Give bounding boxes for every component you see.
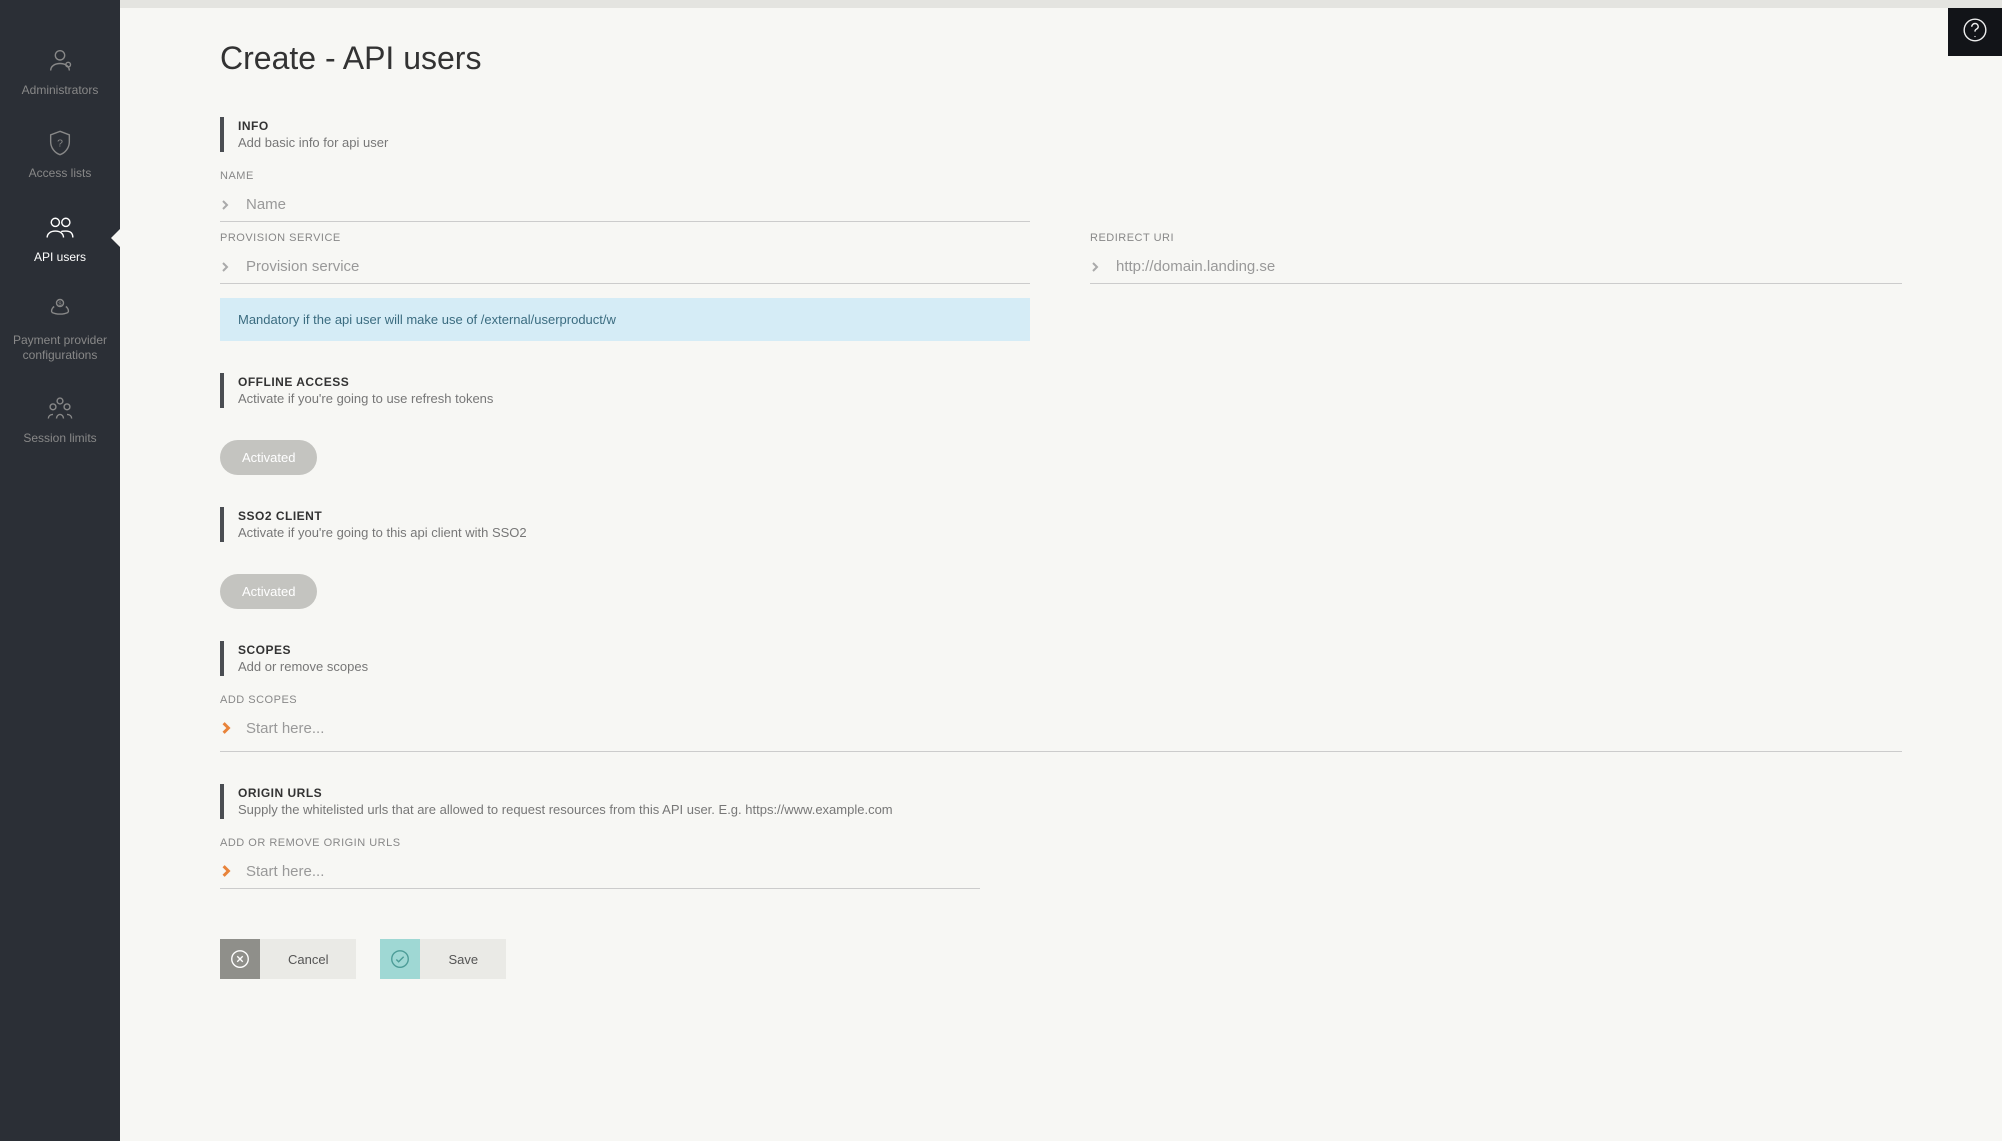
sidebar-item-label: API users — [28, 250, 92, 264]
top-strip — [120, 0, 2002, 8]
section-header-info: INFO Add basic info for api user — [220, 117, 1902, 152]
chevron-right-icon — [1090, 259, 1106, 275]
section-header-sso2: SSO2 CLIENT Activate if you're going to … — [220, 507, 1902, 542]
help-icon — [1962, 17, 1988, 48]
provision-input-wrap[interactable] — [220, 250, 1030, 284]
section-title: SSO2 CLIENT — [238, 509, 1902, 523]
save-button[interactable]: Save — [380, 939, 506, 979]
name-input-wrap[interactable] — [220, 188, 1030, 222]
page-title: Create - API users — [220, 40, 1902, 77]
redirect-input-wrap[interactable] — [1090, 250, 1902, 284]
save-label: Save — [420, 952, 506, 967]
check-circle-icon — [380, 939, 420, 979]
provision-input[interactable] — [246, 258, 1030, 275]
section-title: ORIGIN URLS — [238, 786, 1902, 800]
cancel-label: Cancel — [260, 952, 356, 967]
sidebar-item-payment-provider[interactable]: $ Payment provider configurations — [0, 280, 120, 378]
field-label-provision: PROVISION SERVICE — [220, 232, 1030, 244]
sidebar: Administrators ? Access lists API users … — [0, 0, 120, 1141]
section-header-scopes: SCOPES Add or remove scopes — [220, 641, 1902, 676]
sidebar-item-label: Session limits — [17, 431, 102, 445]
redirect-input[interactable] — [1116, 258, 1902, 275]
origin-input-wrap[interactable] — [220, 855, 980, 889]
section-info: INFO Add basic info for api user NAME PR… — [220, 117, 1902, 341]
field-label-add-scopes: ADD SCOPES — [220, 694, 1902, 706]
chevron-right-icon — [220, 864, 236, 880]
chevron-right-icon — [220, 259, 236, 275]
sidebar-item-administrators[interactable]: Administrators — [0, 30, 120, 113]
divider — [220, 751, 1902, 752]
chevron-right-icon — [220, 721, 236, 737]
name-input[interactable] — [246, 196, 1030, 213]
user-icon — [46, 46, 74, 77]
section-desc: Add basic info for api user — [238, 135, 1902, 150]
sidebar-item-label: Access lists — [23, 166, 98, 180]
sidebar-item-session-limits[interactable]: Session limits — [0, 378, 120, 461]
section-header-origin: ORIGIN URLS Supply the whitelisted urls … — [220, 784, 1902, 819]
scopes-input-wrap[interactable] — [220, 712, 1902, 745]
field-label-redirect: REDIRECT URI — [1090, 232, 1902, 244]
main-content: Create - API users INFO Add basic info f… — [120, 0, 2002, 1039]
offline-activated-button[interactable]: Activated — [220, 440, 317, 475]
chevron-right-icon — [220, 197, 236, 213]
section-title: OFFLINE ACCESS — [238, 375, 1902, 389]
section-origin: ORIGIN URLS Supply the whitelisted urls … — [220, 784, 1902, 889]
sso2-activated-button[interactable]: Activated — [220, 574, 317, 609]
section-title: SCOPES — [238, 643, 1902, 657]
cancel-button[interactable]: Cancel — [220, 939, 356, 979]
section-desc: Add or remove scopes — [238, 659, 1902, 674]
help-button[interactable] — [1948, 8, 2002, 56]
shield-icon: ? — [46, 129, 74, 160]
sidebar-item-label: Administrators — [16, 83, 105, 97]
sidebar-item-access-lists[interactable]: ? Access lists — [0, 113, 120, 196]
field-label-name: NAME — [220, 170, 1030, 182]
payment-icon: $ — [46, 296, 74, 327]
sidebar-item-api-users[interactable]: API users — [0, 197, 120, 280]
section-desc: Activate if you're going to use refresh … — [238, 391, 1902, 406]
section-title: INFO — [238, 119, 1902, 133]
field-label-origin-urls: ADD OR REMOVE ORIGIN URLS — [220, 837, 980, 849]
svg-text:?: ? — [57, 138, 63, 150]
group-icon — [46, 394, 74, 425]
users-icon — [46, 213, 74, 244]
section-desc: Supply the whitelisted urls that are all… — [238, 802, 1902, 817]
section-header-offline: OFFLINE ACCESS Activate if you're going … — [220, 373, 1902, 408]
mandatory-note: Mandatory if the api user will make use … — [220, 298, 1030, 341]
scopes-input[interactable] — [246, 720, 1902, 737]
section-scopes: SCOPES Add or remove scopes ADD SCOPES — [220, 641, 1902, 752]
section-desc: Activate if you're going to this api cli… — [238, 525, 1902, 540]
section-offline: OFFLINE ACCESS Activate if you're going … — [220, 373, 1902, 475]
close-circle-icon — [220, 939, 260, 979]
section-sso2: SSO2 CLIENT Activate if you're going to … — [220, 507, 1902, 609]
origin-input[interactable] — [246, 863, 980, 880]
action-row: Cancel Save — [220, 939, 1902, 979]
sidebar-item-label: Payment provider configurations — [0, 333, 120, 362]
